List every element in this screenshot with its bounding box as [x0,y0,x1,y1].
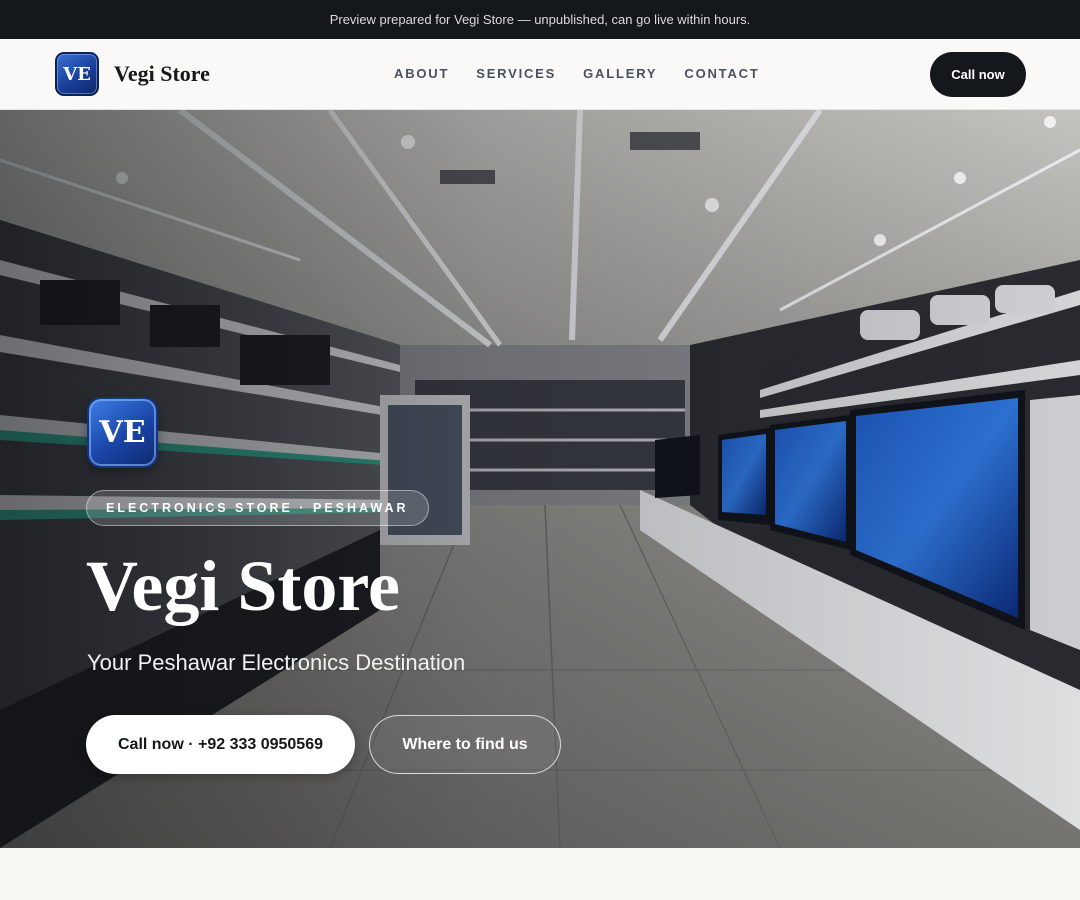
hero-title: Vegi Store [86,546,400,626]
nav-link-contact[interactable]: CONTACT [684,66,759,81]
nav-link-about[interactable]: ABOUT [394,66,449,81]
hero-subtitle: Your Peshawar Electronics Destination [87,650,466,675]
hero-section: VE ELECTRONICS STORE · PESHAWAR Vegi Sto… [0,110,1080,848]
nav-link-services[interactable]: SERVICES [476,66,556,81]
nav-link-gallery[interactable]: GALLERY [583,66,657,81]
brand[interactable]: VE Vegi Store [55,52,210,96]
find-us-button[interactable]: Where to find us [369,715,561,774]
header-call-button[interactable]: Call now [930,52,1026,97]
main-nav: ABOUT SERVICES GALLERY CONTACT [394,66,787,81]
brand-logo-icon: VE [55,52,99,96]
announcement-bar: Preview prepared for Vegi Store — unpubl… [0,0,1080,39]
hero-eyebrow-badge: ELECTRONICS STORE · PESHAWAR [86,490,429,526]
site-header: VE Vegi Store ABOUT SERVICES GALLERY CON… [0,39,1080,110]
hero-logo-icon: VE [87,397,158,468]
call-now-button[interactable]: Call now · +92 333 0950569 [86,715,355,774]
hero-eyebrow-text: ELECTRONICS STORE · PESHAWAR [106,501,409,515]
announcement-text: Preview prepared for Vegi Store — unpubl… [329,12,751,27]
brand-name: Vegi Store [114,61,210,86]
